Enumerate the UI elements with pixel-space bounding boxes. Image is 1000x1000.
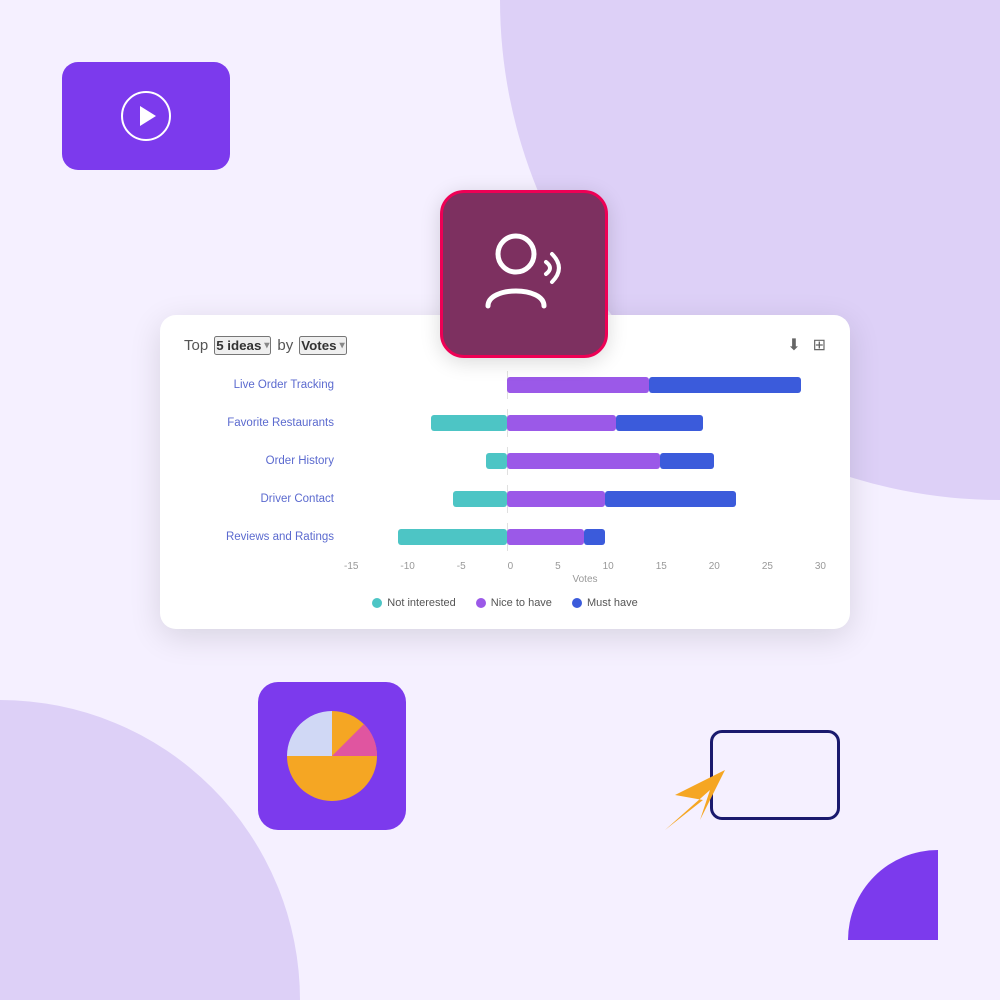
bar-nice-to-have: [507, 529, 583, 545]
table-row: Reviews and Ratings: [184, 523, 826, 551]
play-triangle-icon: [140, 106, 156, 126]
user-voice-card[interactable]: [440, 190, 608, 358]
play-icon-circle: [121, 91, 171, 141]
bar-area: [344, 371, 826, 399]
bar-must-have: [660, 453, 714, 469]
bar-area: [344, 447, 826, 475]
pie-chart-card[interactable]: [258, 682, 406, 830]
x-axis-label: 20: [709, 561, 720, 572]
bar-area: [344, 409, 826, 437]
bar-must-have: [649, 377, 801, 393]
x-axis-label: -5: [457, 561, 466, 572]
x-axis-labels: -15 -10 -5 0 5 10 15 20 25 30: [344, 561, 826, 572]
legend-label: Must have: [587, 597, 638, 609]
legend-dot: [372, 598, 382, 608]
votes-chevron-icon: ▾: [340, 340, 345, 351]
x-axis-label: 10: [603, 561, 614, 572]
x-axis: -15 -10 -5 0 5 10 15 20 25 30: [184, 561, 826, 572]
quarter-circle-decoration: [848, 850, 938, 940]
table-row: Favorite Restaurants: [184, 409, 826, 437]
chart-header-left: Top 5 ideas ▾ by Votes ▾: [184, 336, 347, 355]
votes-dropdown[interactable]: Votes ▾: [299, 336, 346, 355]
ideas-dropdown[interactable]: 5 ideas ▾: [214, 336, 271, 355]
bar-label: Order History: [184, 455, 344, 467]
bar-label: Driver Contact: [184, 493, 344, 505]
x-axis-label: -10: [400, 561, 414, 572]
x-axis-title: Votes: [184, 574, 826, 585]
bar-nice-to-have: [507, 453, 659, 469]
play-card[interactable]: [62, 62, 230, 170]
table-row: Order History: [184, 447, 826, 475]
bar-area: [344, 523, 826, 551]
x-axis-label: 25: [762, 561, 773, 572]
legend-label: Not interested: [387, 597, 455, 609]
bar-nice-to-have: [507, 377, 649, 393]
bar-not-interested: [398, 529, 507, 545]
bar-must-have: [584, 529, 606, 545]
legend-dot: [476, 598, 486, 608]
legend-dot: [572, 598, 582, 608]
chart-header-right: ⬇ ⊞: [787, 335, 826, 355]
bar-not-interested: [453, 491, 507, 507]
bar-must-have: [605, 491, 736, 507]
x-axis-label: -15: [344, 561, 358, 572]
x-axis-label: 0: [508, 561, 514, 572]
bar-area: [344, 485, 826, 513]
grid-icon[interactable]: ⊞: [813, 335, 826, 355]
bg-blob-bottom-left: [0, 700, 300, 1000]
top-label: Top: [184, 337, 208, 354]
legend-item: Must have: [572, 597, 638, 609]
user-voice-icon: [474, 224, 574, 324]
bar-label: Live Order Tracking: [184, 379, 344, 391]
table-row: Live Order Tracking: [184, 371, 826, 399]
table-row: Driver Contact: [184, 485, 826, 513]
bar-nice-to-have: [507, 491, 605, 507]
by-label: by: [277, 337, 293, 354]
legend-item: Not interested: [372, 597, 455, 609]
x-axis-label: 5: [555, 561, 561, 572]
cursor-decoration: [710, 730, 840, 820]
ideas-chevron-icon: ▾: [264, 340, 269, 351]
bar-label: Favorite Restaurants: [184, 417, 344, 429]
chart-card: Top 5 ideas ▾ by Votes ▾ ⬇ ⊞ Live Order …: [160, 315, 850, 629]
pie-chart-icon: [282, 706, 382, 806]
x-axis-label: 15: [656, 561, 667, 572]
bar-chart: Live Order Tracking Favorite Restaurants O…: [184, 371, 826, 551]
bar-not-interested: [431, 415, 507, 431]
bar-nice-to-have: [507, 415, 616, 431]
bar-not-interested: [486, 453, 508, 469]
bar-label: Reviews and Ratings: [184, 531, 344, 543]
download-icon[interactable]: ⬇: [787, 335, 800, 355]
cursor-arrow-icon: [655, 760, 735, 840]
chart-legend: Not interested Nice to have Must have: [184, 597, 826, 609]
legend-label: Nice to have: [491, 597, 552, 609]
legend-item: Nice to have: [476, 597, 552, 609]
x-axis-label: 30: [815, 561, 826, 572]
bar-must-have: [616, 415, 703, 431]
